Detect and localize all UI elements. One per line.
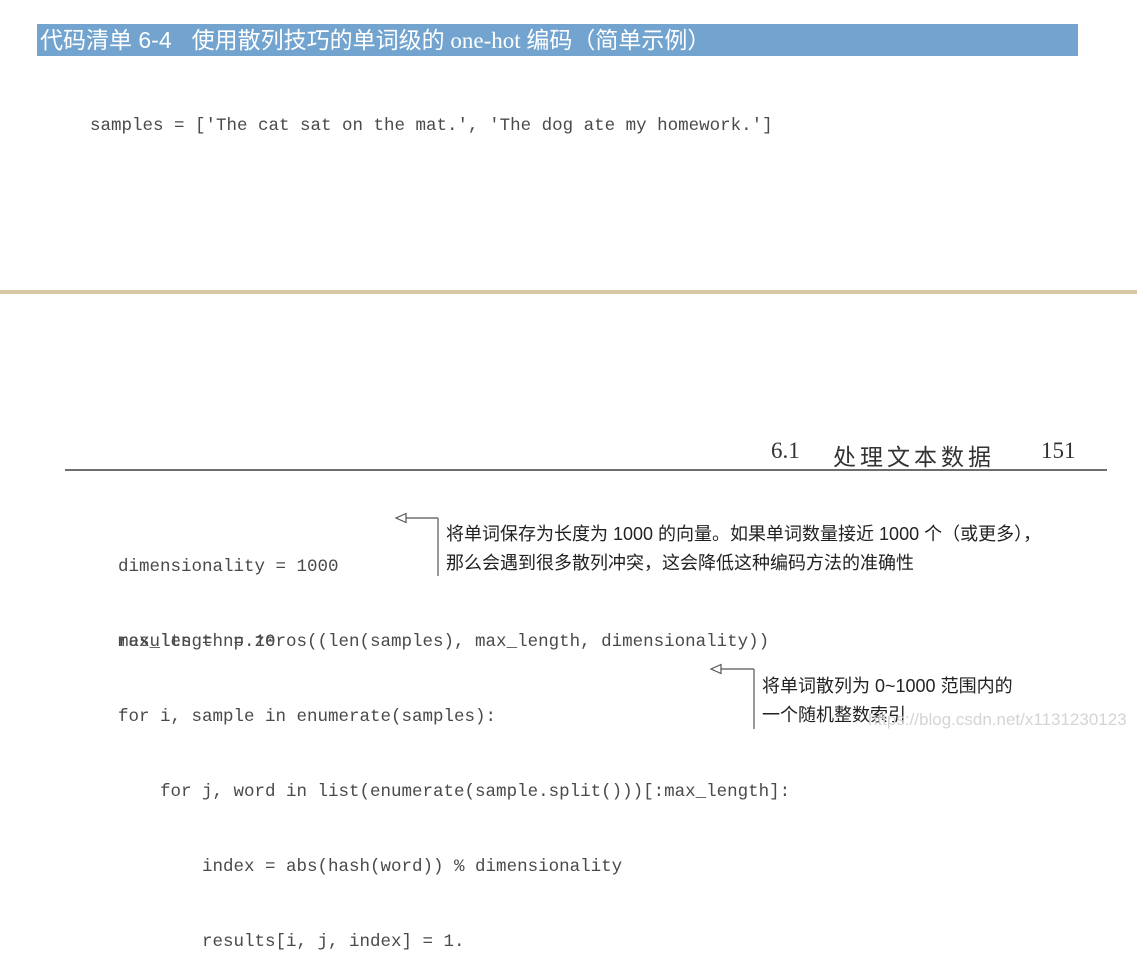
annotation-line: 那么会遇到很多散列冲突，这会降低这种编码方法的准确性	[446, 553, 914, 573]
callout-arrows	[394, 512, 755, 729]
arrow-head-icon	[709, 663, 722, 675]
annotation-line: 将单词散列为 0~1000 范围内的	[762, 676, 1013, 696]
annotation-line: 将单词保存为长度为 1000 的向量。如果单词数量接近 1000 个（或更多），	[446, 524, 1042, 544]
arrow-head-icon	[394, 512, 407, 524]
code-line: results[i, j, index] = 1.	[118, 932, 465, 952]
callout-arrow-1	[394, 512, 439, 576]
callout-arrow-2	[709, 663, 755, 729]
watermark: https://blog.csdn.net/x1131230123	[868, 710, 1127, 729]
code-line: for j, word in list(enumerate(sample.spl…	[118, 782, 791, 802]
code-line: index = abs(hash(word)) % dimensionality	[118, 857, 623, 877]
annotation-1: 将单词保存为长度为 1000 的向量。如果单词数量接近 1000 个（或更多），…	[446, 520, 1041, 578]
